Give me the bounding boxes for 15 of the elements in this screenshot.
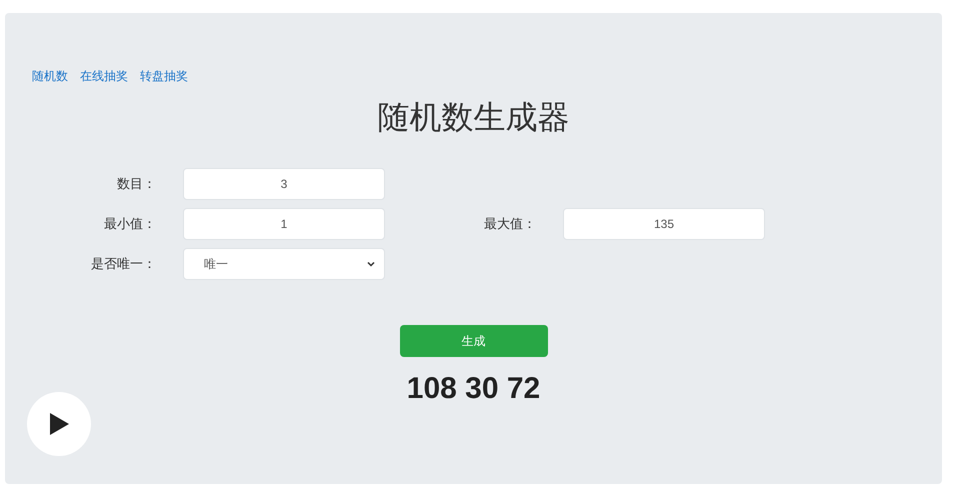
field-label: 最小值： [103,215,157,234]
field-label: 数目： [116,175,157,194]
field-label: 是否唯一： [90,255,157,274]
nav-link[interactable]: 随机数 [32,67,68,85]
nav-link[interactable]: 在线抽奖 [80,67,128,85]
result-numbers: 108 30 72 [406,371,540,407]
input-field[interactable]: 3 [183,168,385,200]
input-field[interactable]: 1 [183,208,385,240]
nav-link[interactable]: 转盘抽奖 [140,67,188,85]
chevron-down-icon [366,259,376,269]
input-field[interactable]: 135 [563,208,765,240]
page-title: 随机数生成器 [376,98,570,137]
select-field[interactable]: 唯一 [183,248,385,280]
play-icon [48,412,70,436]
field-label: 最大值： [483,215,537,234]
